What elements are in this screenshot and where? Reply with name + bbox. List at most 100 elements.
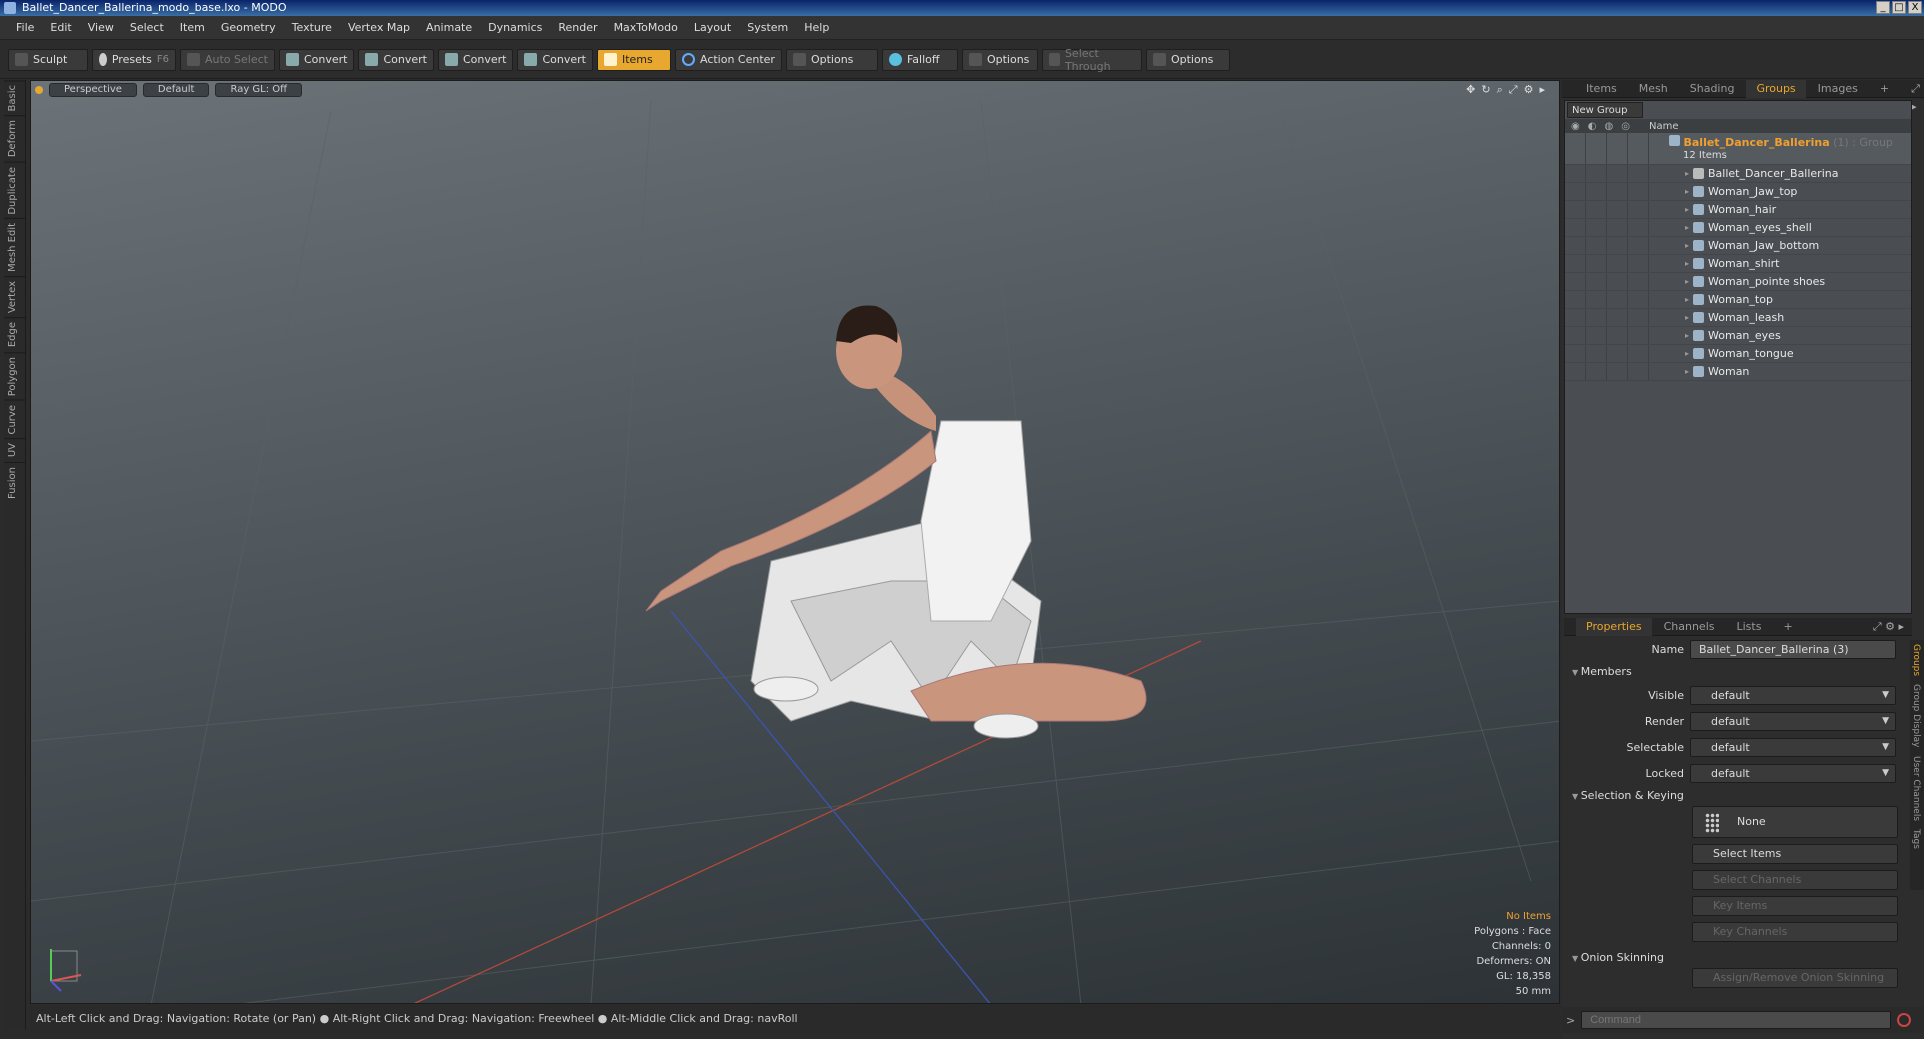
list-item[interactable]: ▸ Woman_eyes [1565, 327, 1911, 345]
list-item[interactable]: ▸ Woman_Jaw_top [1565, 183, 1911, 201]
menu-maxtomodo[interactable]: MaxToModo [606, 21, 686, 34]
list-item[interactable]: ▸ Woman_pointe shoes [1565, 273, 1911, 291]
selectable-dropdown[interactable]: default ▼ [1690, 737, 1896, 757]
add-tab-button[interactable]: + [1773, 618, 1802, 636]
tab-images[interactable]: Images [1808, 80, 1868, 98]
shading-dropdown[interactable]: Default [142, 83, 210, 97]
list-item[interactable]: ▸ Woman_top [1565, 291, 1911, 309]
list-item[interactable]: ▸ Woman_hair [1565, 201, 1911, 219]
key-channels-button[interactable]: Key Channels [1692, 922, 1898, 942]
tab-vertex[interactable]: Vertex [4, 276, 26, 318]
menu-texture[interactable]: Texture [284, 21, 340, 34]
tab-groups[interactable]: Groups [1746, 79, 1806, 98]
menu-edit[interactable]: Edit [42, 21, 79, 34]
list-item[interactable]: ▸ Woman_eyes_shell [1565, 219, 1911, 237]
assign-onion-button[interactable]: Assign/Remove Onion Skinning [1692, 968, 1898, 988]
auto-select-button[interactable]: Auto Select [180, 48, 275, 71]
list-item[interactable]: ▸ Woman [1565, 363, 1911, 381]
tab-lists[interactable]: Lists [1727, 618, 1772, 636]
zoom-view-icon[interactable]: ⌕ [1497, 83, 1503, 97]
command-input[interactable] [1581, 1011, 1892, 1029]
tab-curve[interactable]: Curve [4, 399, 26, 439]
tab-shading[interactable]: Shading [1680, 80, 1745, 98]
action-center-button[interactable]: Action Center [674, 48, 782, 71]
raygl-toggle[interactable]: Ray GL: Off [215, 83, 303, 97]
add-tab-button[interactable]: + [1870, 80, 1899, 98]
menu-vertex-map[interactable]: Vertex Map [340, 21, 418, 34]
menu-view[interactable]: View [80, 21, 122, 34]
select-through-button[interactable]: Select Through [1041, 47, 1142, 73]
select-items-button[interactable]: Select Items [1692, 844, 1898, 864]
view-type-dropdown[interactable]: Perspective [49, 83, 137, 97]
tab-deform[interactable]: Deform [4, 115, 26, 162]
presets-button[interactable]: Presets F6 [92, 48, 176, 71]
tab-items[interactable]: Items [1576, 80, 1627, 98]
menu-geometry[interactable]: Geometry [213, 21, 284, 34]
list-item[interactable]: ▸ Woman_Jaw_bottom [1565, 237, 1911, 255]
selection-keying-section[interactable]: Selection & Keying [1564, 786, 1912, 806]
tab-channels[interactable]: Channels [1654, 618, 1725, 636]
locked-dropdown[interactable]: default ▼ [1690, 763, 1896, 783]
record-icon[interactable] [1897, 1013, 1912, 1027]
menu-select[interactable]: Select [122, 21, 172, 34]
tab-mesh-ops[interactable]: Mesh Ops [1629, 80, 1678, 113]
selection-set-button[interactable]: None [1692, 806, 1898, 838]
move-view-icon[interactable]: ✥ [1466, 83, 1475, 97]
3d-viewport[interactable]: Perspective Default Ray GL: Off ✥ ↻ ⌕ ⤢ … [30, 80, 1560, 1004]
options-button-3[interactable]: Options [1145, 48, 1230, 71]
menu-item[interactable]: Item [172, 21, 213, 34]
minimize-button[interactable]: _ [1876, 1, 1890, 14]
list-item[interactable]: ▸ Woman_leash [1565, 309, 1911, 327]
tab-fusion[interactable]: Fusion [4, 461, 26, 503]
falloff-button[interactable]: Falloff [881, 48, 958, 71]
expand-icon[interactable]: ⤢ ▸ [1901, 80, 1924, 113]
maximize-button[interactable]: □ [1892, 1, 1906, 14]
menu-animate[interactable]: Animate [418, 21, 480, 34]
menu-dynamics[interactable]: Dynamics [480, 21, 550, 34]
tab-uv[interactable]: UV [4, 438, 26, 462]
expand-icon[interactable]: ⤢ ⚙ ▸ [1863, 618, 1912, 636]
side-tab-groups[interactable]: Groups [1910, 640, 1922, 680]
tab-properties[interactable]: Properties [1576, 617, 1652, 636]
menu-layout[interactable]: Layout [686, 21, 739, 34]
key-items-button[interactable]: Key Items [1692, 896, 1898, 916]
members-section[interactable]: Members [1564, 662, 1912, 682]
expand-icon[interactable]: ▸ [1539, 83, 1545, 97]
name-field[interactable]: Ballet_Dancer_Ballerina (3) [1690, 639, 1896, 659]
list-item[interactable]: ▸ Woman_tongue [1565, 345, 1911, 363]
tab-mesh-edit[interactable]: Mesh Edit [4, 218, 26, 277]
side-tab-tags[interactable]: Tags [1910, 825, 1922, 853]
new-group-button[interactable]: New Group [1567, 102, 1643, 118]
items-mode-button[interactable]: Items [596, 48, 671, 71]
convert-button-3[interactable]: Convert [437, 48, 514, 71]
convert-button-1[interactable]: Convert [278, 48, 355, 71]
group-row[interactable]: Ballet_Dancer_Ballerina (1) : Group 12 I… [1565, 133, 1911, 165]
tab-duplicate[interactable]: Duplicate [4, 161, 26, 219]
select-channels-button[interactable]: Select Channels [1692, 870, 1898, 890]
menu-help[interactable]: Help [796, 21, 837, 34]
render-dropdown[interactable]: default ▼ [1690, 711, 1896, 731]
tab-polygon[interactable]: Polygon [4, 351, 26, 400]
list-item[interactable]: ▸ Woman_shirt [1565, 255, 1911, 273]
sculpt-button[interactable]: Sculpt [8, 48, 88, 71]
visible-dropdown[interactable]: default ▼ [1690, 685, 1896, 705]
onion-skinning-section[interactable]: Onion Skinning [1564, 948, 1912, 968]
tab-edge[interactable]: Edge [4, 317, 26, 352]
close-button[interactable]: X [1908, 1, 1922, 14]
convert-button-4[interactable]: Convert [517, 48, 593, 71]
gear-icon[interactable]: ⚙ [1524, 83, 1534, 97]
options-button-1[interactable]: Options [785, 48, 878, 71]
convert-button-2[interactable]: Convert [358, 48, 434, 71]
side-tab-group-display[interactable]: Group Display [1910, 680, 1922, 751]
tab-basic[interactable]: Basic [4, 80, 26, 116]
list-item[interactable]: ▸ Ballet_Dancer_Ballerina [1565, 165, 1911, 183]
rotate-view-icon[interactable]: ↻ [1481, 83, 1490, 97]
options-button-2[interactable]: Options [961, 48, 1038, 71]
menu-render[interactable]: Render [550, 21, 605, 34]
fit-view-icon[interactable]: ⤢ [1509, 83, 1518, 97]
mesh-icon [1693, 186, 1705, 197]
menu-file[interactable]: File [8, 21, 42, 34]
side-tab-user-channels[interactable]: User Channels [1910, 752, 1922, 825]
viewport-menu-icon[interactable] [35, 86, 43, 94]
menu-system[interactable]: System [739, 21, 796, 34]
